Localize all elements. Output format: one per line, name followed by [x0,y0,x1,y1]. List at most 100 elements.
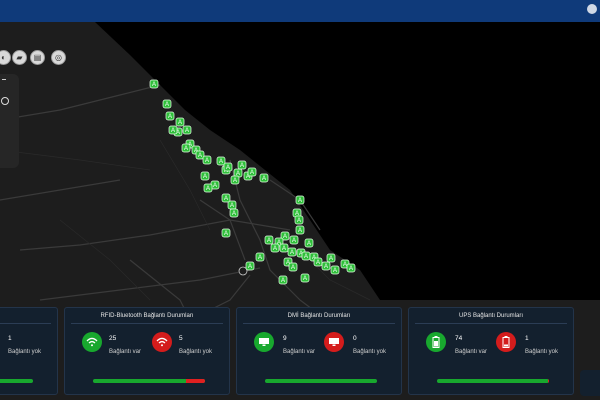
map-marker-label: A [250,170,254,176]
offline-count: 0 [353,335,357,342]
user-icon[interactable] [587,4,597,14]
map-marker-29[interactable]: A [289,235,299,245]
map-marker-32[interactable]: A [264,235,274,245]
map-marker-1[interactable]: A [162,99,172,109]
map-marker-label: A [298,228,302,234]
map-marker-21[interactable]: A [259,173,269,183]
map-marker-36[interactable]: A [287,247,297,257]
status-bar [93,379,205,383]
map-marker-2[interactable]: A [165,111,175,121]
map-marker-52[interactable]: A [245,261,255,271]
map-marker-label: A [304,254,308,260]
map-marker-34[interactable]: A [279,243,289,253]
map-marker-label: A [203,174,207,180]
map-marker-42[interactable]: A [321,261,331,271]
map-marker-label: A [213,183,217,189]
map-marker-0[interactable]: A [149,79,159,89]
map-marker-49[interactable]: A [278,275,288,285]
map-marker-15[interactable]: A [223,162,233,172]
scroll-handle[interactable] [580,370,600,396]
map-marker-label: A [248,264,252,270]
online-count: 25 [109,335,117,342]
map-marker-label: A [297,218,301,224]
map-marker-label: A [349,266,353,272]
wifi-icon [82,332,102,352]
offline-label: Bağlantı yok [8,349,42,355]
map-marker-54[interactable]: A [168,125,178,135]
map-marker-28[interactable]: A [295,225,305,235]
card-title: DMİ Bağlantı Durumları [287,313,351,319]
battery-icon [426,332,446,352]
map-marker-label: A [152,82,156,88]
map-marker-label: A [185,128,189,134]
online-count: 9 [283,335,287,342]
map-marker-label: A [198,153,202,159]
map-marker-label: A [224,196,228,202]
card-separator [0,323,51,324]
map-marker-53[interactable]: A [203,183,213,193]
map-marker-47[interactable]: A [300,273,310,283]
map-marker-label: A [178,120,182,126]
map-marker-22[interactable]: A [227,200,237,210]
map-marker-label: A [329,256,333,262]
map-marker-label: A [298,198,302,204]
map-marker-24[interactable]: A [221,193,231,203]
map-marker-17[interactable]: A [230,175,240,185]
map-marker-label: A [324,264,328,270]
document-icon[interactable]: ▤ [30,50,45,65]
map-marker-50[interactable]: A [221,228,231,238]
map-marker-51[interactable]: A [255,252,265,262]
offline-count: 1 [8,335,12,342]
map-marker-48[interactable]: A [288,262,298,272]
map-marker-label: A [165,102,169,108]
map-marker-label: A [171,128,175,134]
map-marker-label: A [343,262,347,268]
map-marker-41[interactable]: A [313,257,323,267]
map-marker-5[interactable]: A [182,125,192,135]
status-bar-failed [185,379,205,383]
monitor-icon [254,332,274,352]
dmi-card: DMİ Bağlantı Durumları 9 Bağlantı var 0 … [236,307,402,395]
offline-label: Bağlantı yok [353,349,387,355]
map-marker-43[interactable]: A [326,253,336,263]
map-marker-label: A [224,231,228,237]
map-marker-label: A [230,203,234,209]
map-marker-label: A [206,186,210,192]
map-marker-label: A [303,276,307,282]
map-marker-label: A [184,146,188,152]
online-label: Bağlantı var [283,349,316,355]
map-marker-25[interactable]: A [295,195,305,205]
map-marker-label: A [205,158,209,164]
card-title: UPS Bağlantı Durumları [458,313,524,319]
wifi-off-icon [152,332,172,352]
radio-option[interactable] [1,97,9,105]
map-marker-10[interactable]: A [202,155,212,165]
map-marker-11[interactable]: A [200,171,210,181]
online-label: Bağlantı var [109,349,142,355]
map-marker-38[interactable]: A [304,238,314,248]
map-marker-39[interactable]: A [301,251,311,261]
status-bar-failed [547,379,549,383]
layers-icon[interactable]: ▰ [12,50,27,65]
map-marker-label: A [281,278,285,284]
map-marker-7[interactable]: A [181,143,191,153]
map-marker-label: A [273,246,277,252]
map-marker-label: A [292,238,296,244]
battery-low-icon [496,332,516,352]
map-marker-label: A [267,238,271,244]
card-separator [243,323,395,324]
rfid-bluetooth-card: RFID-Bluetooth Bağlantı Durumları 25 Bağ… [64,307,230,395]
map-marker-18[interactable]: A [237,160,247,170]
map-marker-27[interactable]: A [294,215,304,225]
map-marker-46[interactable]: A [330,265,340,275]
map-marker-33[interactable]: A [270,243,280,253]
settings-icon[interactable]: ◎ [51,50,66,65]
map-marker-label: A [168,114,172,120]
map-marker-label: A [233,178,237,184]
map-marker-3[interactable]: A [175,117,185,127]
online-count: 74 [455,335,463,342]
offline-label: Bağlantı yok [179,349,213,355]
map-marker-20[interactable]: A [247,167,257,177]
map-marker-45[interactable]: A [346,263,356,273]
map-marker-23[interactable]: A [229,208,239,218]
